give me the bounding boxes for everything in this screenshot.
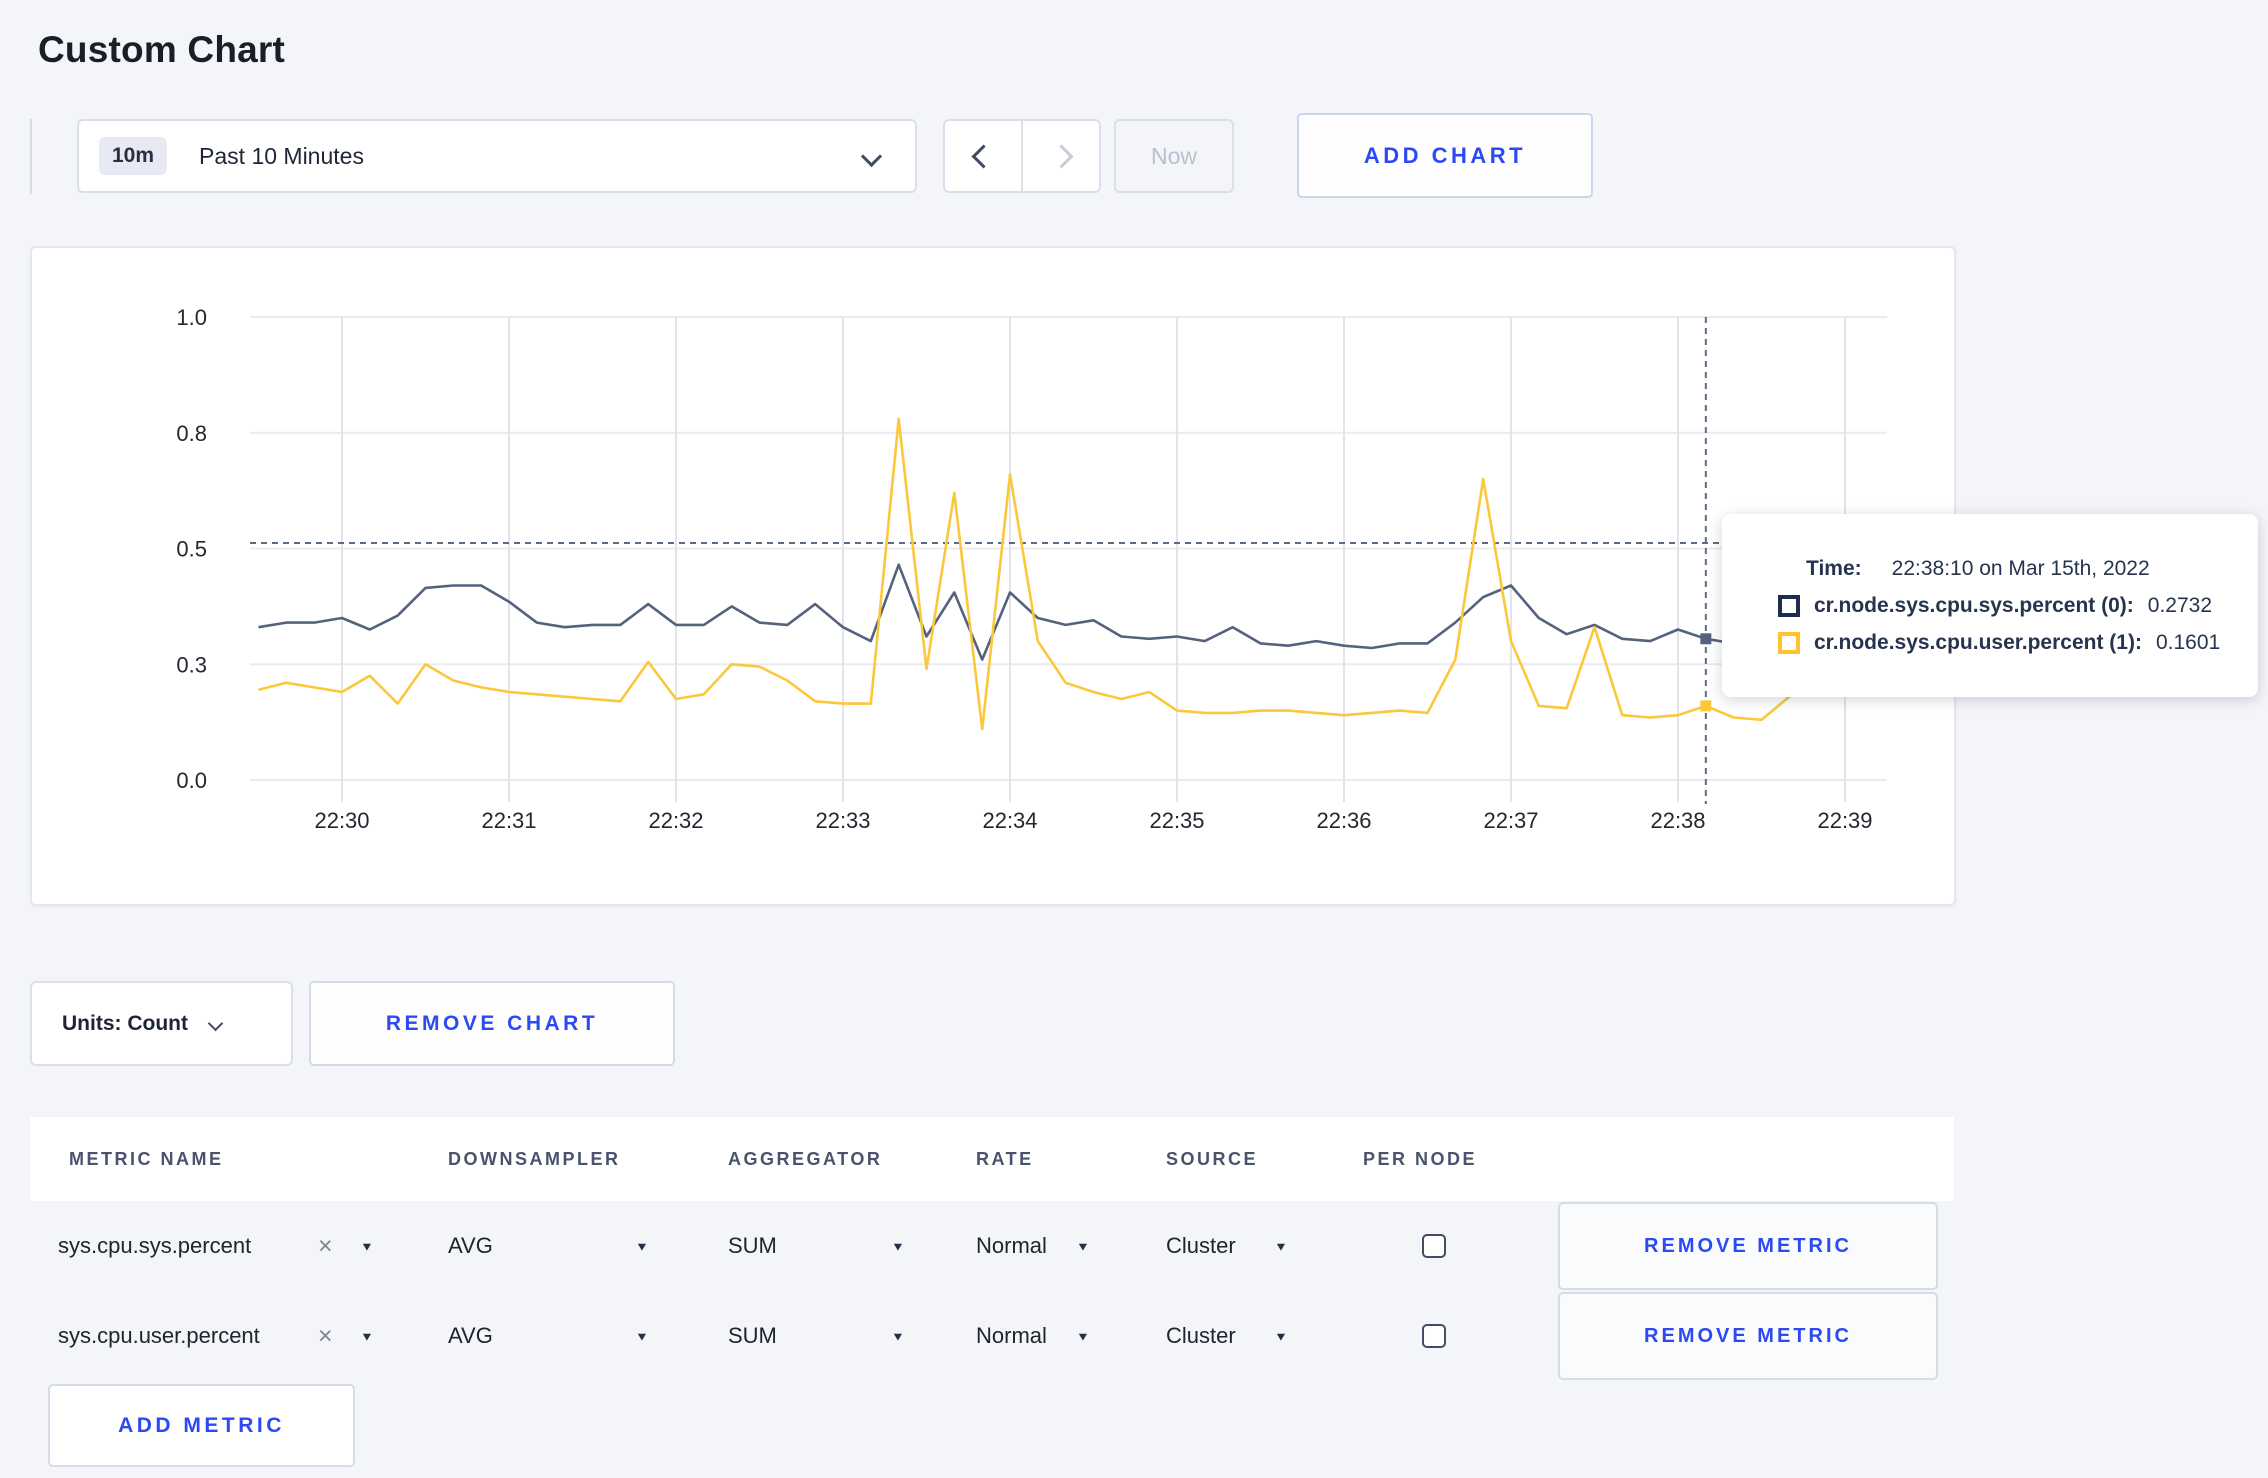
downsampler-select[interactable]: AVG bbox=[448, 1291, 493, 1381]
svg-text:22:37: 22:37 bbox=[1483, 808, 1538, 833]
svg-text:0.5: 0.5 bbox=[176, 537, 207, 562]
aggregator-select[interactable]: SUM bbox=[728, 1201, 777, 1291]
remove-metric-x-icon[interactable]: × bbox=[318, 1201, 333, 1291]
tooltip-series-name: cr.node.sys.cpu.user.percent (1): bbox=[1814, 630, 2142, 654]
source-select[interactable]: Cluster bbox=[1166, 1291, 1236, 1381]
column-header-metric-name: METRIC NAME bbox=[69, 1148, 224, 1169]
column-header-source: SOURCE bbox=[1166, 1148, 1259, 1169]
chart-card: 1.0 0.8 0.5 0.3 0.0 22:30 22:31 22:32 22:33 22:34… bbox=[30, 246, 1956, 906]
tooltip-series-value: 0.2732 bbox=[2147, 593, 2213, 617]
svg-text:22:32: 22:32 bbox=[648, 808, 703, 833]
column-header-per-node: PER NODE bbox=[1363, 1148, 1478, 1169]
tooltip-series-name: cr.node.sys.cpu.sys.percent (0): bbox=[1814, 593, 2134, 617]
source-caret-icon[interactable]: ▼ bbox=[1274, 1208, 1288, 1285]
chevron-down-icon bbox=[860, 145, 883, 168]
time-window-selector[interactable]: 10m Past 10 Minutes bbox=[77, 119, 917, 193]
remove-metric-button[interactable]: REMOVE METRIC bbox=[1558, 1202, 1938, 1290]
column-header-rate: RATE bbox=[976, 1148, 1034, 1169]
source-select[interactable]: Cluster bbox=[1166, 1201, 1236, 1291]
toolbar-divider bbox=[30, 119, 32, 194]
svg-text:22:38: 22:38 bbox=[1650, 808, 1705, 833]
svg-text:22:35: 22:35 bbox=[1149, 808, 1204, 833]
column-header-downsampler: DOWNSAMPLER bbox=[448, 1148, 621, 1169]
tooltip-series-row: cr.node.sys.cpu.user.percent (1): 0.1601 bbox=[1778, 631, 2258, 655]
svg-text:22:34: 22:34 bbox=[982, 808, 1037, 833]
column-header-aggregator: AGGREGATOR bbox=[728, 1148, 883, 1169]
rate-caret-icon[interactable]: ▼ bbox=[1076, 1208, 1090, 1285]
units-selector[interactable]: Units: Count bbox=[30, 981, 293, 1066]
units-label: Units: Count bbox=[62, 1011, 188, 1035]
per-node-checkbox[interactable] bbox=[1422, 1324, 1446, 1348]
metrics-table-header: METRIC NAME DOWNSAMPLER AGGREGATOR RATE … bbox=[30, 1117, 1954, 1201]
remove-metric-button[interactable]: REMOVE METRIC bbox=[1558, 1292, 1938, 1380]
chevron-left-icon bbox=[970, 143, 996, 169]
svg-text:0.3: 0.3 bbox=[176, 652, 207, 677]
svg-text:0.8: 0.8 bbox=[176, 421, 207, 446]
per-node-checkbox[interactable] bbox=[1422, 1234, 1446, 1258]
tooltip-series-value: 0.1601 bbox=[2155, 630, 2221, 654]
tooltip-time-label: Time: bbox=[1806, 556, 1862, 580]
chevron-down-icon bbox=[207, 1015, 224, 1032]
page-title: Custom Chart bbox=[38, 28, 286, 70]
tooltip-time-value: 22:38:10 on Mar 15th, 2022 bbox=[1891, 556, 2150, 580]
add-metric-button[interactable]: ADD METRIC bbox=[48, 1384, 355, 1467]
downsampler-caret-icon[interactable]: ▼ bbox=[635, 1208, 649, 1285]
time-back-button[interactable] bbox=[945, 121, 1021, 191]
svg-text:22:39: 22:39 bbox=[1817, 808, 1872, 833]
tooltip-series-row: cr.node.sys.cpu.sys.percent (0): 0.2732 bbox=[1778, 594, 2258, 618]
time-window-badge: 10m bbox=[99, 137, 168, 175]
metric-name-value[interactable]: sys.cpu.user.percent bbox=[58, 1291, 260, 1381]
chevron-right-icon bbox=[1048, 143, 1074, 169]
time-forward-button[interactable] bbox=[1021, 121, 1099, 191]
svg-text:22:36: 22:36 bbox=[1316, 808, 1371, 833]
metric-name-value[interactable]: sys.cpu.sys.percent bbox=[58, 1201, 251, 1291]
metric-row-sys-percent: sys.cpu.sys.percent × ▼ AVG ▼ SUM ▼ Norm… bbox=[30, 1201, 1954, 1291]
aggregator-caret-icon[interactable]: ▼ bbox=[891, 1298, 905, 1375]
rate-select[interactable]: Normal bbox=[976, 1201, 1047, 1291]
remove-chart-button[interactable]: REMOVE CHART bbox=[309, 981, 675, 1066]
metric-row-user-percent: sys.cpu.user.percent × ▼ AVG ▼ SUM ▼ Nor… bbox=[30, 1291, 1954, 1381]
metric-name-caret-icon[interactable]: ▼ bbox=[360, 1298, 374, 1375]
time-window-label: Past 10 Minutes bbox=[199, 142, 364, 169]
source-caret-icon[interactable]: ▼ bbox=[1274, 1298, 1288, 1375]
remove-metric-x-icon[interactable]: × bbox=[318, 1291, 333, 1381]
downsampler-select[interactable]: AVG bbox=[448, 1201, 493, 1291]
aggregator-caret-icon[interactable]: ▼ bbox=[891, 1208, 905, 1285]
svg-text:22:33: 22:33 bbox=[815, 808, 870, 833]
svg-text:22:31: 22:31 bbox=[481, 808, 536, 833]
now-button[interactable]: Now bbox=[1114, 119, 1234, 193]
metric-name-caret-icon[interactable]: ▼ bbox=[360, 1208, 374, 1285]
downsampler-caret-icon[interactable]: ▼ bbox=[635, 1298, 649, 1375]
add-chart-button[interactable]: ADD CHART bbox=[1297, 113, 1593, 198]
sys-percent-swatch-icon bbox=[1778, 594, 1800, 617]
rate-select[interactable]: Normal bbox=[976, 1291, 1047, 1381]
time-nav-group bbox=[943, 119, 1101, 193]
user-percent-swatch-icon bbox=[1778, 631, 1800, 654]
svg-text:0.0: 0.0 bbox=[176, 768, 207, 793]
cpu-usage-chart[interactable]: 1.0 0.8 0.5 0.3 0.0 22:30 22:31 22:32 22:33 22:34… bbox=[32, 248, 1954, 904]
rate-caret-icon[interactable]: ▼ bbox=[1076, 1298, 1090, 1375]
svg-text:22:30: 22:30 bbox=[314, 808, 369, 833]
chart-tooltip: Time: 22:38:10 on Mar 15th, 2022 cr.node… bbox=[1722, 514, 2258, 697]
svg-text:1.0: 1.0 bbox=[176, 305, 207, 330]
aggregator-select[interactable]: SUM bbox=[728, 1291, 777, 1381]
tooltip-time-row: Time: 22:38:10 on Mar 15th, 2022 bbox=[1806, 557, 2258, 581]
